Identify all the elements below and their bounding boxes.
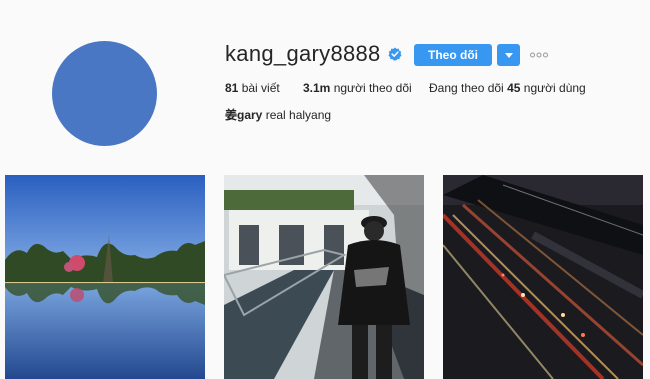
night-city-photo xyxy=(443,175,643,379)
follow-dropdown-button[interactable] xyxy=(497,44,520,66)
posts-label: bài viết xyxy=(241,81,280,95)
post-thumbnail-night-city[interactable] xyxy=(443,175,643,379)
walkway-photo xyxy=(224,175,424,379)
following-count: 45 xyxy=(507,81,521,95)
post-thumbnail-walkway[interactable] xyxy=(224,175,424,379)
more-options-icon[interactable] xyxy=(530,52,548,58)
posts-stat: 81 bài viết xyxy=(225,81,280,95)
follow-button[interactable]: Theo dõi xyxy=(414,44,492,66)
profile-username: kang_gary8888 xyxy=(225,41,381,66)
lake-photo xyxy=(5,175,205,379)
followers-count: 3.1m xyxy=(303,81,331,95)
followers-stat[interactable]: 3.1m người theo dõi xyxy=(303,81,412,95)
following-stat[interactable]: Đang theo dõi 45 người dùng xyxy=(429,81,586,95)
posts-count: 81 xyxy=(225,81,239,95)
bio-name: 姜gary xyxy=(225,108,263,122)
profile-avatar[interactable] xyxy=(52,41,157,146)
chevron-down-icon xyxy=(504,52,513,58)
following-suffix: người dùng xyxy=(523,81,586,95)
post-thumbnail-lake[interactable] xyxy=(5,175,205,379)
verified-badge-icon xyxy=(388,47,402,61)
bio-text: real halyang xyxy=(265,108,332,122)
profile-bio: 姜gary real halyang xyxy=(225,108,331,122)
followers-label: người theo dõi xyxy=(333,81,412,95)
following-prefix: Đang theo dõi xyxy=(429,81,504,95)
